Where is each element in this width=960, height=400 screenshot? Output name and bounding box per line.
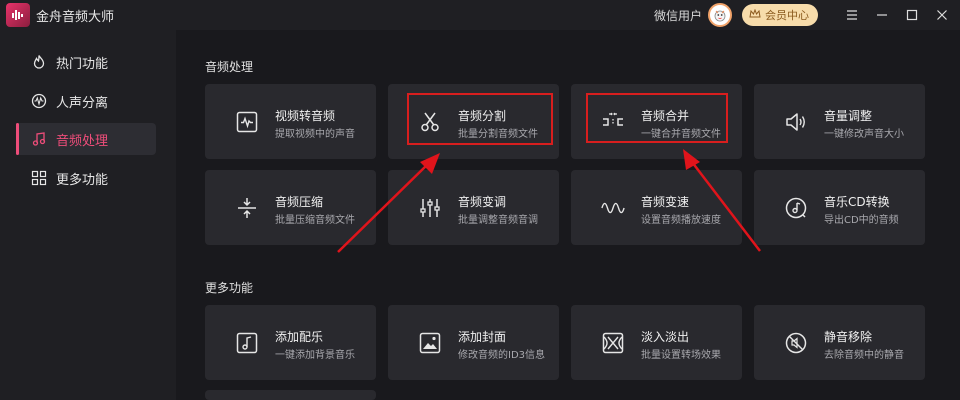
card-title: 音频变速 [641,195,690,209]
username[interactable]: 微信用户 [654,7,702,24]
section-title-more-features: 更多功能 [205,281,254,295]
card-title: 视频转音频 [275,109,336,123]
card-silence-remove[interactable]: 静音移除 去除音频中的静音 [754,305,925,380]
card-title: 音量调整 [824,109,873,123]
vip-center-button[interactable]: 会员中心 [742,4,818,26]
sidebar-item-vocal-separation[interactable]: 人声分离 [16,85,156,117]
cover-image-icon [418,331,442,355]
card-subtitle: 去除音频中的静音 [824,350,904,361]
card-volume-adjust[interactable]: 音量调整 一键修改声音大小 [754,84,925,159]
sidebar-item-hot[interactable]: 热门功能 [16,46,156,78]
sidebar-item-label: 人声分离 [56,95,109,111]
sidebar-item-audio-processing[interactable]: 音频处理 [16,123,156,155]
vip-center-label: 会员中心 [765,9,809,22]
card-speed-change[interactable]: 音频变速 设置音频播放速度 [571,170,742,245]
card-add-music[interactable]: 添加配乐 一键添加背景音乐 [205,305,376,380]
sidebar-item-label: 更多功能 [56,172,109,188]
card-partial[interactable] [205,390,376,400]
sidebar: 热门功能 人声分离 音频处理 更多功能 [0,30,176,400]
card-title: 音乐CD转换 [824,195,890,209]
volume-icon [784,110,808,134]
card-video-to-audio[interactable]: 视频转音频 提取视频中的声音 [205,84,376,159]
card-pitch-change[interactable]: 音频变调 批量调整音频音调 [388,170,559,245]
cd-icon [784,196,808,220]
card-title: 淡入淡出 [641,330,690,344]
app-logo-icon [6,3,30,27]
waveform-circle-icon [30,92,48,110]
sidebar-item-label: 音频处理 [56,133,109,149]
card-subtitle: 批量调整音频音调 [458,215,538,226]
avatar[interactable] [708,3,732,27]
section-title-audio-processing: 音频处理 [205,60,254,74]
sidebar-item-label: 热门功能 [56,56,109,72]
card-cd-convert[interactable]: 音乐CD转换 导出CD中的音频 [754,170,925,245]
card-title: 音频压缩 [275,195,324,209]
wave-icon [601,196,625,220]
card-subtitle: 一键修改声音大小 [824,129,904,140]
card-fade[interactable]: 淡入淡出 批量设置转场效果 [571,305,742,380]
menu-icon[interactable] [840,3,864,27]
close-icon[interactable] [930,3,954,27]
mute-remove-icon [784,331,808,355]
compress-icon [235,196,259,220]
card-subtitle: 一键添加背景音乐 [275,350,355,361]
card-subtitle: 批量设置转场效果 [641,350,721,361]
card-title: 添加配乐 [275,330,324,344]
card-subtitle: 批量压缩音频文件 [275,215,355,226]
card-title: 添加封面 [458,330,507,344]
minimize-icon[interactable] [870,3,894,27]
card-subtitle: 导出CD中的音频 [824,215,899,226]
crown-icon [749,8,761,22]
title-bar: 金舟音频大师 微信用户 会员中心 [0,0,960,30]
card-subtitle: 修改音频的ID3信息 [458,350,546,361]
video-to-audio-icon [235,110,259,134]
card-add-cover[interactable]: 添加封面 修改音频的ID3信息 [388,305,559,380]
music-note-icon [30,130,48,148]
sidebar-item-more[interactable]: 更多功能 [16,162,156,194]
card-subtitle: 设置音频播放速度 [641,215,721,226]
card-title: 静音移除 [824,330,873,344]
grid-icon [30,169,48,187]
app-title: 金舟音频大师 [36,9,115,25]
highlight-box-split [407,93,553,145]
highlight-box-merge [586,93,728,143]
fade-icon [601,331,625,355]
hot-icon [30,53,48,71]
card-audio-compress[interactable]: 音频压缩 批量压缩音频文件 [205,170,376,245]
card-title: 音频变调 [458,195,507,209]
card-subtitle: 提取视频中的声音 [275,129,355,140]
maximize-icon[interactable] [900,3,924,27]
sliders-icon [418,196,442,220]
add-music-icon [235,331,259,355]
